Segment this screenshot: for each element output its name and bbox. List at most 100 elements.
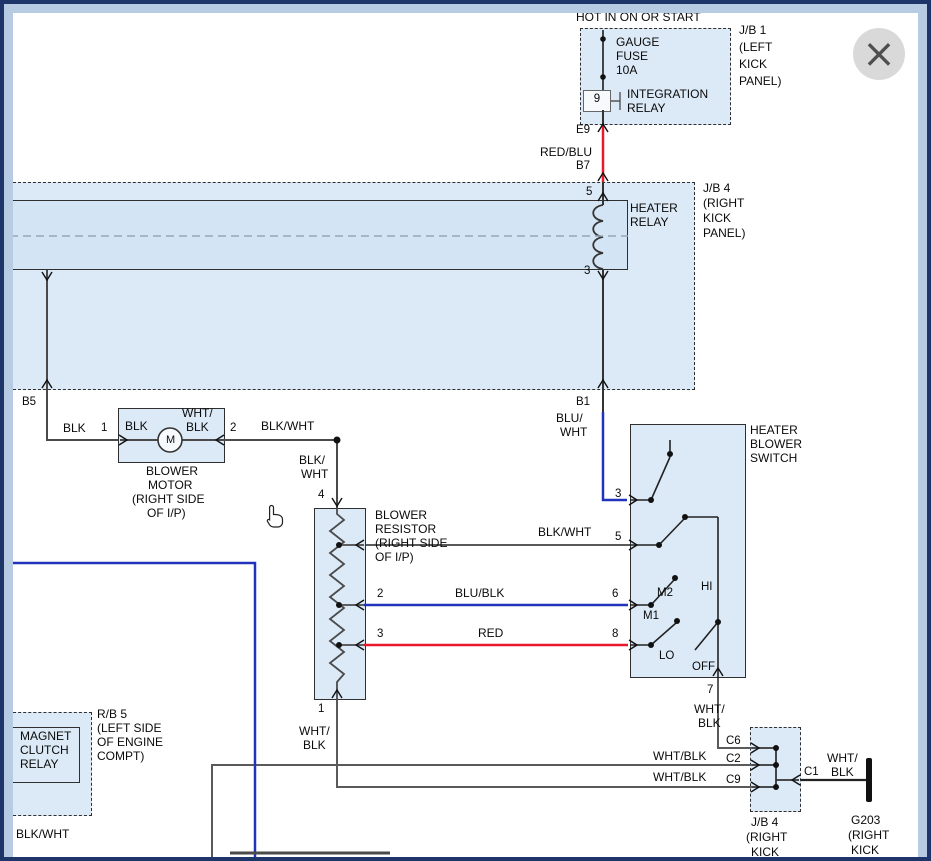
wire7-wht-blk-label: WHT/ — [694, 703, 725, 716]
wire-red-label: RED — [478, 627, 503, 640]
fuse-label: FUSE — [616, 50, 648, 63]
jb1-name-label: (LEFT — [739, 41, 772, 54]
blower-motor-name: OF I/P) — [147, 507, 186, 520]
jb4-connector-box — [750, 727, 801, 812]
heater-blower-switch-box — [630, 424, 746, 678]
motor-pin2-label: 2 — [230, 422, 236, 435]
wire-blk-wht-bottom-left-label: BLK/WHT — [16, 828, 69, 841]
blower-resistor-name: BLOWER — [375, 509, 427, 522]
close-icon: × — [862, 34, 896, 74]
fuse-rating-label: 10A — [616, 64, 637, 77]
pin-e9-label: E9 — [576, 124, 590, 137]
motor-wht-blk-label: WHT/ — [182, 407, 213, 420]
rb5-name-label: (LEFT SIDE — [97, 722, 161, 735]
jb4-name-label: J/B 4 — [703, 182, 730, 195]
blower-motor-name: BLOWER — [146, 465, 198, 478]
close-button[interactable]: × — [853, 28, 905, 80]
jb4-lower-name: KICK — [751, 846, 779, 859]
wiring-diagram-viewer: HOT IN ON OR START GAUGE FUSE 10A 9 INTE… — [0, 0, 931, 861]
pin-c1-label: C1 — [804, 766, 819, 779]
switch-pin8-label: 8 — [612, 628, 618, 641]
blower-switch-name: SWITCH — [750, 452, 797, 465]
jb4-name-label: PANEL) — [703, 227, 745, 240]
relay-pin5-label: 5 — [586, 186, 592, 199]
wire-blu-wht-label: WHT — [560, 426, 587, 439]
motor-wht-blk-label: BLK — [186, 421, 209, 434]
switch-pin3-label: 3 — [615, 488, 621, 501]
blower-motor-name: (RIGHT SIDE — [132, 493, 204, 506]
wire-blk-label: BLK — [63, 422, 86, 435]
resistor-pin3-label: 3 — [377, 628, 383, 641]
wire-c2-label: WHT/BLK — [653, 750, 706, 763]
switch-pos-m2: M2 — [657, 587, 673, 600]
switch-pos-lo: LO — [659, 650, 674, 663]
switch-pin6-label: 6 — [612, 588, 618, 601]
jb1-name-label: KICK — [739, 58, 767, 71]
heater-relay-inner-box — [8, 200, 628, 270]
heater-relay-label: RELAY — [630, 216, 668, 229]
resistor-pin2-label: 2 — [377, 588, 383, 601]
wire-red-blu-label: RED/BLU — [540, 146, 592, 159]
wire-c9-label: WHT/BLK — [653, 771, 706, 784]
g203-label: KICK — [851, 844, 879, 857]
wire-blu-wht-label: BLU/ — [556, 412, 583, 425]
ground-symbol — [866, 758, 872, 802]
blower-resistor-name: OF I/P) — [375, 551, 414, 564]
blower-resistor-name: (RIGHT SIDE — [375, 537, 447, 550]
resistor-pin4-label: 4 — [318, 489, 324, 502]
blower-switch-name: HEATER — [750, 424, 798, 437]
jb1-name-label: PANEL) — [739, 75, 781, 88]
jb4-lower-name: J/B 4 — [751, 816, 778, 829]
blower-motor-name: MOTOR — [148, 479, 192, 492]
pin-c2-label: C2 — [726, 753, 741, 766]
rb5-name-label: OF ENGINE — [97, 736, 163, 749]
g203-label: G203 — [851, 814, 880, 827]
pin-b5-label: B5 — [22, 396, 36, 409]
motor-letter: M — [166, 434, 175, 447]
ground-wire-label: BLK — [831, 766, 854, 779]
resistor-pin1-label: 1 — [318, 703, 324, 716]
pin-9-label: 9 — [583, 93, 611, 106]
pin-c9-label: C9 — [726, 774, 741, 787]
jb4-lower-name: (RIGHT — [746, 831, 787, 844]
switch-pos-m1: M1 — [643, 610, 659, 623]
window-frame-right — [918, 0, 931, 861]
fuse-label: GAUGE — [616, 36, 659, 49]
pin-c6-label: C6 — [726, 735, 741, 748]
ground-wire-label: WHT/ — [827, 752, 858, 765]
magnet-clutch-relay-name: RELAY — [20, 758, 58, 771]
integration-relay-label: INTEGRATION — [627, 88, 708, 101]
switch-pin5-label: 5 — [615, 531, 621, 544]
switch-pos-hi: HI — [701, 581, 713, 594]
wire-blu-blk-label: BLU/BLK — [455, 587, 504, 600]
rb5-name-label: COMPT) — [97, 750, 144, 763]
integration-relay-label: RELAY — [627, 102, 665, 115]
rb5-name-label: R/B 5 — [97, 708, 127, 721]
motor-pin1-label: 1 — [101, 422, 107, 435]
pin-b1-label: B1 — [576, 396, 590, 409]
switch-pos-off: OFF — [692, 661, 715, 674]
wire-blu-wht-b1 — [603, 412, 627, 500]
heater-relay-label: HEATER — [630, 202, 678, 215]
jb4-name-label: KICK — [703, 212, 731, 225]
blower-switch-name: BLOWER — [750, 438, 802, 451]
wire-wht-blk-label: BLK — [303, 739, 326, 752]
window-frame-top — [0, 0, 931, 13]
wire-wht-blk-bottom — [212, 678, 752, 858]
wire-wht-blk-label: WHT/ — [299, 725, 330, 738]
wire-blk-wht-vert-label: WHT — [301, 468, 328, 481]
pin-b7-label: B7 — [576, 160, 590, 173]
wire-blk-wht-label: BLK/WHT — [261, 420, 314, 433]
switch-pin7-label: 7 — [707, 684, 713, 697]
blower-resistor-box — [314, 508, 366, 700]
g203-label: (RIGHT — [848, 829, 889, 842]
relay-pin3-label: 3 — [584, 265, 590, 278]
mouse-cursor — [267, 506, 282, 528]
wire-blk-wht-vert-label: BLK/ — [299, 454, 325, 467]
blower-resistor-name: RESISTOR — [375, 523, 436, 536]
jb1-name-label: J/B 1 — [739, 24, 766, 37]
motor-blk-label: BLK — [125, 420, 148, 433]
window-frame-left — [0, 0, 13, 861]
magnet-clutch-relay-name: CLUTCH — [20, 744, 69, 757]
wire7-wht-blk-label: BLK — [698, 717, 721, 730]
